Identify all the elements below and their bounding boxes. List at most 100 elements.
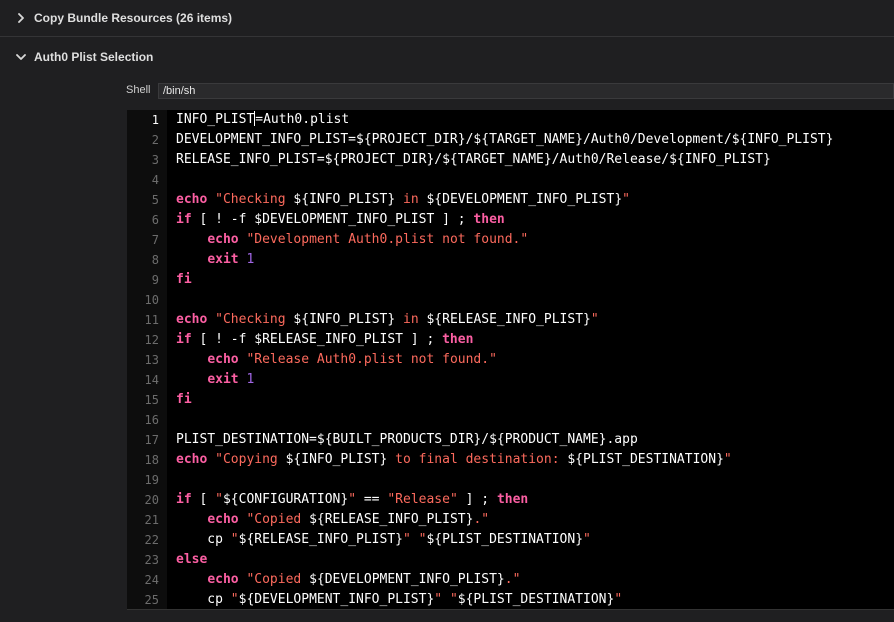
code-token: [ ! -f $RELEASE_INFO_PLIST ] ; <box>191 332 443 347</box>
code-line[interactable]: 23 else <box>127 550 894 570</box>
code-token: else <box>176 552 208 567</box>
code-token: echo <box>207 512 239 527</box>
shell-input[interactable]: /bin/sh <box>158 83 894 99</box>
code-text: fi <box>176 390 192 410</box>
code-token: " <box>583 532 591 547</box>
code-token: " <box>723 452 732 467</box>
code-line[interactable]: 18 echo "Copying ${INFO_PLIST} to final d… <box>127 450 894 470</box>
script-editor[interactable]: 1 INFO_PLIST=Auth0.plist 2 DEVELOPMENT_INFO… <box>127 110 894 610</box>
code-token: ${INFO_PLIST} <box>293 192 396 207</box>
code-token: exit <box>207 372 239 387</box>
code-line[interactable]: 22 cp "${RELEASE_INFO_PLIST}" "${PLIST_D… <box>127 530 894 550</box>
shell-label: Shell <box>126 84 151 96</box>
line-number: 10 <box>144 293 159 307</box>
line-number: 18 <box>144 453 159 467</box>
code-token: ${CONFIGURATION} <box>222 492 349 507</box>
code-token: =Auth0.plist <box>255 112 350 127</box>
line-number: 15 <box>144 393 159 407</box>
chevron-right-icon[interactable] <box>15 12 27 24</box>
code-token: fi <box>176 272 192 287</box>
code-text: if [ ! -f $RELEASE_INFO_PLIST ] ; then <box>176 330 473 350</box>
code-token: ${DEVELOPMENT_INFO_PLIST} <box>309 572 505 587</box>
code-line[interactable]: 6 if [ ! -f $DEVELOPMENT_INFO_PLIST ] ; t… <box>127 210 894 230</box>
code-text: echo "Copied ${DEVELOPMENT_INFO_PLIST}." <box>176 570 520 590</box>
code-line[interactable]: 1 INFO_PLIST=Auth0.plist <box>127 110 894 130</box>
code-text: exit 1 <box>176 370 254 390</box>
code-line[interactable]: 11 echo "Checking ${INFO_PLIST} in ${RELE… <box>127 310 894 330</box>
code-text: if [ "${CONFIGURATION}" == "Release" ] ;… <box>176 490 528 510</box>
code-token: ." <box>504 572 521 587</box>
chevron-down-icon[interactable] <box>15 51 27 63</box>
code-text: echo "Release Auth0.plist not found." <box>176 350 497 370</box>
code-line[interactable]: 14 exit 1 <box>127 370 894 390</box>
code-token: fi <box>176 392 192 407</box>
line-number: 1 <box>151 113 159 127</box>
code-line[interactable]: 17 PLIST_DESTINATION=${BUILT_PRODUCTS_DIR… <box>127 430 894 450</box>
code-line[interactable]: 19 <box>127 470 894 490</box>
code-text: RELEASE_INFO_PLIST=${PROJECT_DIR}/${TARG… <box>176 150 771 170</box>
code-line[interactable]: 21 echo "Copied ${RELEASE_INFO_PLIST}." <box>127 510 894 530</box>
code-line[interactable]: 15 fi <box>127 390 894 410</box>
code-line[interactable]: 9 fi <box>127 270 894 290</box>
code-line[interactable]: 7 echo "Development Auth0.plist not foun… <box>127 230 894 250</box>
code-token: " <box>348 492 357 507</box>
code-line[interactable]: 3 RELEASE_INFO_PLIST=${PROJECT_DIR}/${TAR… <box>127 150 894 170</box>
code-token: if <box>176 332 192 347</box>
code-token: exit <box>207 252 239 267</box>
code-token: [ ! -f $DEVELOPMENT_INFO_PLIST ] ; <box>191 212 474 227</box>
line-number: 21 <box>144 513 159 527</box>
code-line[interactable]: 2 DEVELOPMENT_INFO_PLIST=${PROJECT_DIR}/$… <box>127 130 894 150</box>
code-line[interactable]: 4 <box>127 170 894 190</box>
code-token: " <box>434 592 443 607</box>
shell-row: Shell /bin/sh <box>0 82 894 100</box>
code-line[interactable]: 12 if [ ! -f $RELEASE_INFO_PLIST ] ; then <box>127 330 894 350</box>
code-text: echo "Checking ${INFO_PLIST} in ${RELEAS… <box>176 310 599 330</box>
code-line[interactable]: 13 echo "Release Auth0.plist not found." <box>127 350 894 370</box>
code-text: echo "Copied ${RELEASE_INFO_PLIST}." <box>176 510 489 530</box>
code-line[interactable]: 25 cp "${DEVELOPMENT_INFO_PLIST}" "${PLI… <box>127 590 894 609</box>
code-token: INFO_PLIST <box>176 112 255 127</box>
code-token: " <box>230 532 239 547</box>
code-token: "Development Auth0.plist not found." <box>246 232 529 247</box>
code-line[interactable]: 24 echo "Copied ${DEVELOPMENT_INFO_PLIST… <box>127 570 894 590</box>
line-number: 9 <box>151 273 159 287</box>
code-token: " <box>590 312 599 327</box>
line-number: 3 <box>151 153 159 167</box>
code-token: DEVELOPMENT_INFO_PLIST=${PROJECT_DIR}/${… <box>176 132 834 147</box>
code-token: " <box>449 592 458 607</box>
code-token: to final destination: <box>387 452 568 467</box>
line-number: 4 <box>151 173 159 187</box>
code-text: DEVELOPMENT_INFO_PLIST=${PROJECT_DIR}/${… <box>176 130 833 150</box>
code-token: in <box>395 192 427 207</box>
code-token: echo <box>207 232 239 247</box>
code-line[interactable]: 10 <box>127 290 894 310</box>
phase-copy-bundle-resources[interactable]: Copy Bundle Resources (26 items) <box>0 0 894 37</box>
line-number: 8 <box>151 253 159 267</box>
phase-title: Copy Bundle Resources (26 items) <box>34 11 233 25</box>
code-line[interactable]: 5 echo "Checking ${INFO_PLIST} in ${DEVEL… <box>127 190 894 210</box>
code-text: PLIST_DESTINATION=${BUILT_PRODUCTS_DIR}/… <box>176 430 638 450</box>
code-token: "Release Auth0.plist not found." <box>246 352 497 367</box>
code-token: "Release" <box>387 492 458 507</box>
code-line[interactable]: 16 <box>127 410 894 430</box>
code-text: echo "Development Auth0.plist not found.… <box>176 230 528 250</box>
code-token: ${DEVELOPMENT_INFO_PLIST} <box>426 192 623 207</box>
code-token: then <box>442 332 474 347</box>
code-token: "Copying <box>215 452 286 467</box>
code-token: " <box>230 592 239 607</box>
code-line[interactable]: 8 exit 1 <box>127 250 894 270</box>
code-token: ${PLIST_DESTINATION} <box>426 532 584 547</box>
line-number: 25 <box>144 593 159 607</box>
code-text: if [ ! -f $DEVELOPMENT_INFO_PLIST ] ; th… <box>176 210 505 230</box>
code-text: cp "${DEVELOPMENT_INFO_PLIST}" "${PLIST_… <box>176 590 622 609</box>
code-token: ${PLIST_DESTINATION} <box>567 452 724 467</box>
line-number: 24 <box>144 573 159 587</box>
code-line[interactable]: 20 if [ "${CONFIGURATION}" == "Release" ]… <box>127 490 894 510</box>
code-token: ${RELEASE_INFO_PLIST} <box>309 512 474 527</box>
phase-auth0-plist-selection[interactable]: Auth0 Plist Selection <box>0 38 894 75</box>
code-token: cp <box>176 532 231 547</box>
code-token: ." <box>473 512 490 527</box>
